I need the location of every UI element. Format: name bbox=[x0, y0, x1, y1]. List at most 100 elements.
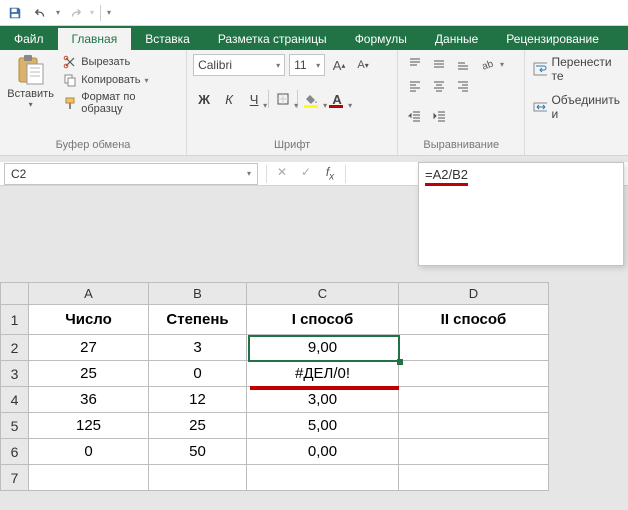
row-header[interactable]: 1 bbox=[1, 305, 29, 335]
font-size-select[interactable]: 11 ▾ bbox=[289, 54, 325, 76]
paste-button[interactable]: Вставить ▾ bbox=[6, 54, 55, 137]
copy-label: Копировать bbox=[81, 74, 140, 86]
tab-page-layout[interactable]: Разметка страницы bbox=[204, 28, 341, 50]
cell[interactable]: 5,00 bbox=[247, 413, 399, 439]
cell[interactable]: 27 bbox=[29, 335, 149, 361]
align-bottom-icon[interactable] bbox=[452, 54, 474, 74]
fill-color-button[interactable]: ▾ bbox=[301, 88, 323, 110]
redo-icon[interactable] bbox=[64, 2, 86, 24]
orientation-button[interactable]: ab▾ bbox=[480, 54, 506, 74]
save-icon[interactable] bbox=[4, 2, 26, 24]
decrease-font-icon[interactable]: A▾ bbox=[353, 54, 373, 76]
cell[interactable]: 3 bbox=[149, 335, 247, 361]
cell[interactable] bbox=[247, 465, 399, 491]
merge-icon bbox=[533, 100, 547, 114]
cut-button[interactable]: Вырезать bbox=[61, 54, 180, 70]
align-top-icon[interactable] bbox=[404, 54, 426, 74]
increase-font-icon[interactable]: A▴ bbox=[329, 54, 349, 76]
increase-indent-icon[interactable] bbox=[429, 106, 451, 126]
tab-formulas[interactable]: Формулы bbox=[341, 28, 421, 50]
italic-button[interactable]: К bbox=[218, 88, 240, 110]
svg-text:ab: ab bbox=[482, 58, 495, 71]
clipboard-group-label: Буфер обмена bbox=[6, 137, 180, 155]
alignment-group-label: Выравнивание bbox=[404, 137, 518, 155]
cell[interactable]: 36 bbox=[29, 387, 149, 413]
cell[interactable]: I способ bbox=[247, 305, 399, 335]
paste-icon bbox=[15, 54, 47, 88]
row-header[interactable]: 3 bbox=[1, 361, 29, 387]
format-painter-button[interactable]: Формат по образцу bbox=[61, 90, 180, 116]
align-right-icon[interactable] bbox=[452, 76, 474, 96]
cell[interactable]: 0,00 bbox=[247, 439, 399, 465]
underline-button[interactable]: Ч▾ bbox=[243, 88, 265, 110]
col-header-b[interactable]: B bbox=[149, 283, 247, 305]
cell[interactable]: Степень bbox=[149, 305, 247, 335]
quick-access-toolbar: ▾ ▾ ▾ bbox=[0, 0, 628, 26]
borders-button[interactable]: ▾ bbox=[272, 88, 294, 110]
col-header-d[interactable]: D bbox=[399, 283, 549, 305]
undo-dropdown-icon[interactable]: ▾ bbox=[56, 8, 60, 17]
chevron-down-icon: ▾ bbox=[276, 61, 280, 70]
font-group-label: Шрифт bbox=[193, 137, 391, 155]
cell[interactable]: 12 bbox=[149, 387, 247, 413]
name-box[interactable]: C2 ▾ bbox=[4, 163, 258, 185]
tab-data[interactable]: Данные bbox=[421, 28, 492, 50]
col-header-a[interactable]: A bbox=[29, 283, 149, 305]
cell[interactable]: 25 bbox=[149, 413, 247, 439]
cell[interactable]: 3,00 bbox=[247, 387, 399, 413]
row-header[interactable]: 2 bbox=[1, 335, 29, 361]
format-painter-icon bbox=[63, 96, 77, 110]
cell[interactable]: II способ bbox=[399, 305, 549, 335]
cell[interactable] bbox=[399, 439, 549, 465]
fill-handle[interactable] bbox=[397, 359, 403, 365]
cell[interactable] bbox=[399, 361, 549, 387]
formula-text: =A2/B2 bbox=[425, 167, 468, 186]
tab-review[interactable]: Рецензирование bbox=[492, 28, 613, 50]
cell[interactable] bbox=[149, 465, 247, 491]
cell-selected[interactable]: 9,00 bbox=[247, 335, 399, 361]
cell[interactable]: Число bbox=[29, 305, 149, 335]
cell[interactable]: 125 bbox=[29, 413, 149, 439]
enter-formula-icon[interactable]: ✓ bbox=[295, 165, 317, 182]
cancel-formula-icon[interactable]: ✕ bbox=[271, 165, 293, 182]
qat-customize-icon[interactable]: ▾ bbox=[107, 8, 111, 17]
cell[interactable] bbox=[399, 413, 549, 439]
row-header[interactable]: 4 bbox=[1, 387, 29, 413]
chevron-down-icon: ▾ bbox=[247, 169, 251, 178]
tab-insert[interactable]: Вставка bbox=[131, 28, 204, 50]
ribbon-tabs: Файл Главная Вставка Разметка страницы Ф… bbox=[0, 26, 628, 50]
cell[interactable] bbox=[29, 465, 149, 491]
align-left-icon[interactable] bbox=[404, 76, 426, 96]
cell[interactable] bbox=[399, 335, 549, 361]
copy-dropdown-icon[interactable]: ▾ bbox=[144, 76, 148, 85]
cell[interactable] bbox=[399, 387, 549, 413]
copy-button[interactable]: Копировать ▾ bbox=[61, 72, 180, 88]
decrease-indent-icon[interactable] bbox=[404, 106, 426, 126]
tab-file[interactable]: Файл bbox=[0, 28, 58, 50]
col-header-c[interactable]: C bbox=[247, 283, 399, 305]
row-header[interactable]: 7 bbox=[1, 465, 29, 491]
cell[interactable]: 0 bbox=[149, 361, 247, 387]
undo-icon[interactable] bbox=[30, 2, 52, 24]
cell[interactable] bbox=[399, 465, 549, 491]
group-clipboard: Вставить ▾ Вырезать Копировать ▾ bbox=[0, 50, 187, 155]
align-center-icon[interactable] bbox=[428, 76, 450, 96]
cell[interactable]: 0 bbox=[29, 439, 149, 465]
name-box-value: C2 bbox=[11, 167, 26, 181]
row-header[interactable]: 6 bbox=[1, 439, 29, 465]
select-all-corner[interactable] bbox=[1, 283, 29, 305]
cell[interactable]: 25 bbox=[29, 361, 149, 387]
bold-button[interactable]: Ж bbox=[193, 88, 215, 110]
wrap-text-button[interactable]: Перенести те bbox=[531, 54, 622, 84]
align-middle-icon[interactable] bbox=[428, 54, 450, 74]
fx-icon[interactable]: fx bbox=[319, 165, 341, 182]
cell[interactable]: 50 bbox=[149, 439, 247, 465]
paste-dropdown-icon[interactable]: ▾ bbox=[29, 100, 33, 109]
merge-center-button[interactable]: Объединить и bbox=[531, 92, 622, 122]
redo-dropdown-icon[interactable]: ▾ bbox=[90, 8, 94, 17]
font-name-select[interactable]: Calibri ▾ bbox=[193, 54, 285, 76]
font-color-button[interactable]: A ▾ bbox=[326, 88, 348, 110]
tab-home[interactable]: Главная bbox=[58, 28, 132, 50]
cell[interactable]: #ДЕЛ/0! bbox=[247, 361, 399, 387]
row-header[interactable]: 5 bbox=[1, 413, 29, 439]
